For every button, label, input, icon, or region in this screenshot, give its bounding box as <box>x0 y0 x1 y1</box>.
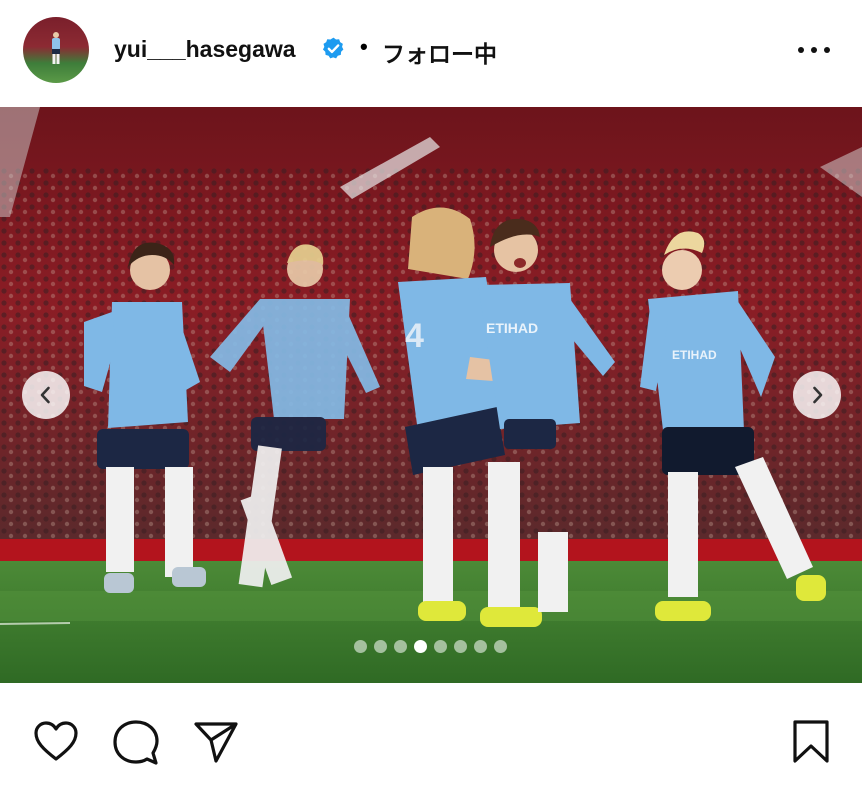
next-slide-button[interactable] <box>793 371 841 419</box>
carousel-dot <box>414 640 427 653</box>
post-photo[interactable]: 4 ETIHAD ETIHAD <box>0 107 862 683</box>
carousel-dot <box>354 640 367 653</box>
verified-badge-icon <box>322 37 344 59</box>
action-bar <box>0 683 862 786</box>
post-header: yui___hasegawa • フォロー中 <box>0 0 862 107</box>
avatar-player-figure <box>52 32 60 64</box>
bookmark-icon[interactable] <box>792 719 830 765</box>
match-celebration-image: 4 ETIHAD ETIHAD <box>0 107 862 683</box>
carousel-dot <box>394 640 407 653</box>
more-options-icon[interactable] <box>796 45 832 55</box>
separator-dot: • <box>360 34 368 59</box>
carousel-dot <box>494 640 507 653</box>
sponsor-logo-text-2: ETIHAD <box>672 348 717 362</box>
previous-slide-button[interactable] <box>22 371 70 419</box>
send-icon[interactable] <box>193 720 239 764</box>
carousel-indicator <box>354 640 507 654</box>
comment-icon[interactable] <box>113 720 159 766</box>
carousel-dot <box>474 640 487 653</box>
carousel-dot <box>454 640 467 653</box>
carousel-dot <box>434 640 447 653</box>
username-link[interactable]: yui___hasegawa <box>114 36 296 63</box>
heart-icon[interactable] <box>33 721 79 763</box>
chevron-right-icon <box>813 386 823 404</box>
shirt-number: 4 <box>405 317 424 355</box>
chevron-left-icon <box>40 386 50 404</box>
sponsor-logo-text: ETIHAD <box>486 320 538 336</box>
following-button[interactable]: フォロー中 <box>382 35 497 69</box>
avatar[interactable] <box>23 17 89 83</box>
carousel-dot <box>374 640 387 653</box>
